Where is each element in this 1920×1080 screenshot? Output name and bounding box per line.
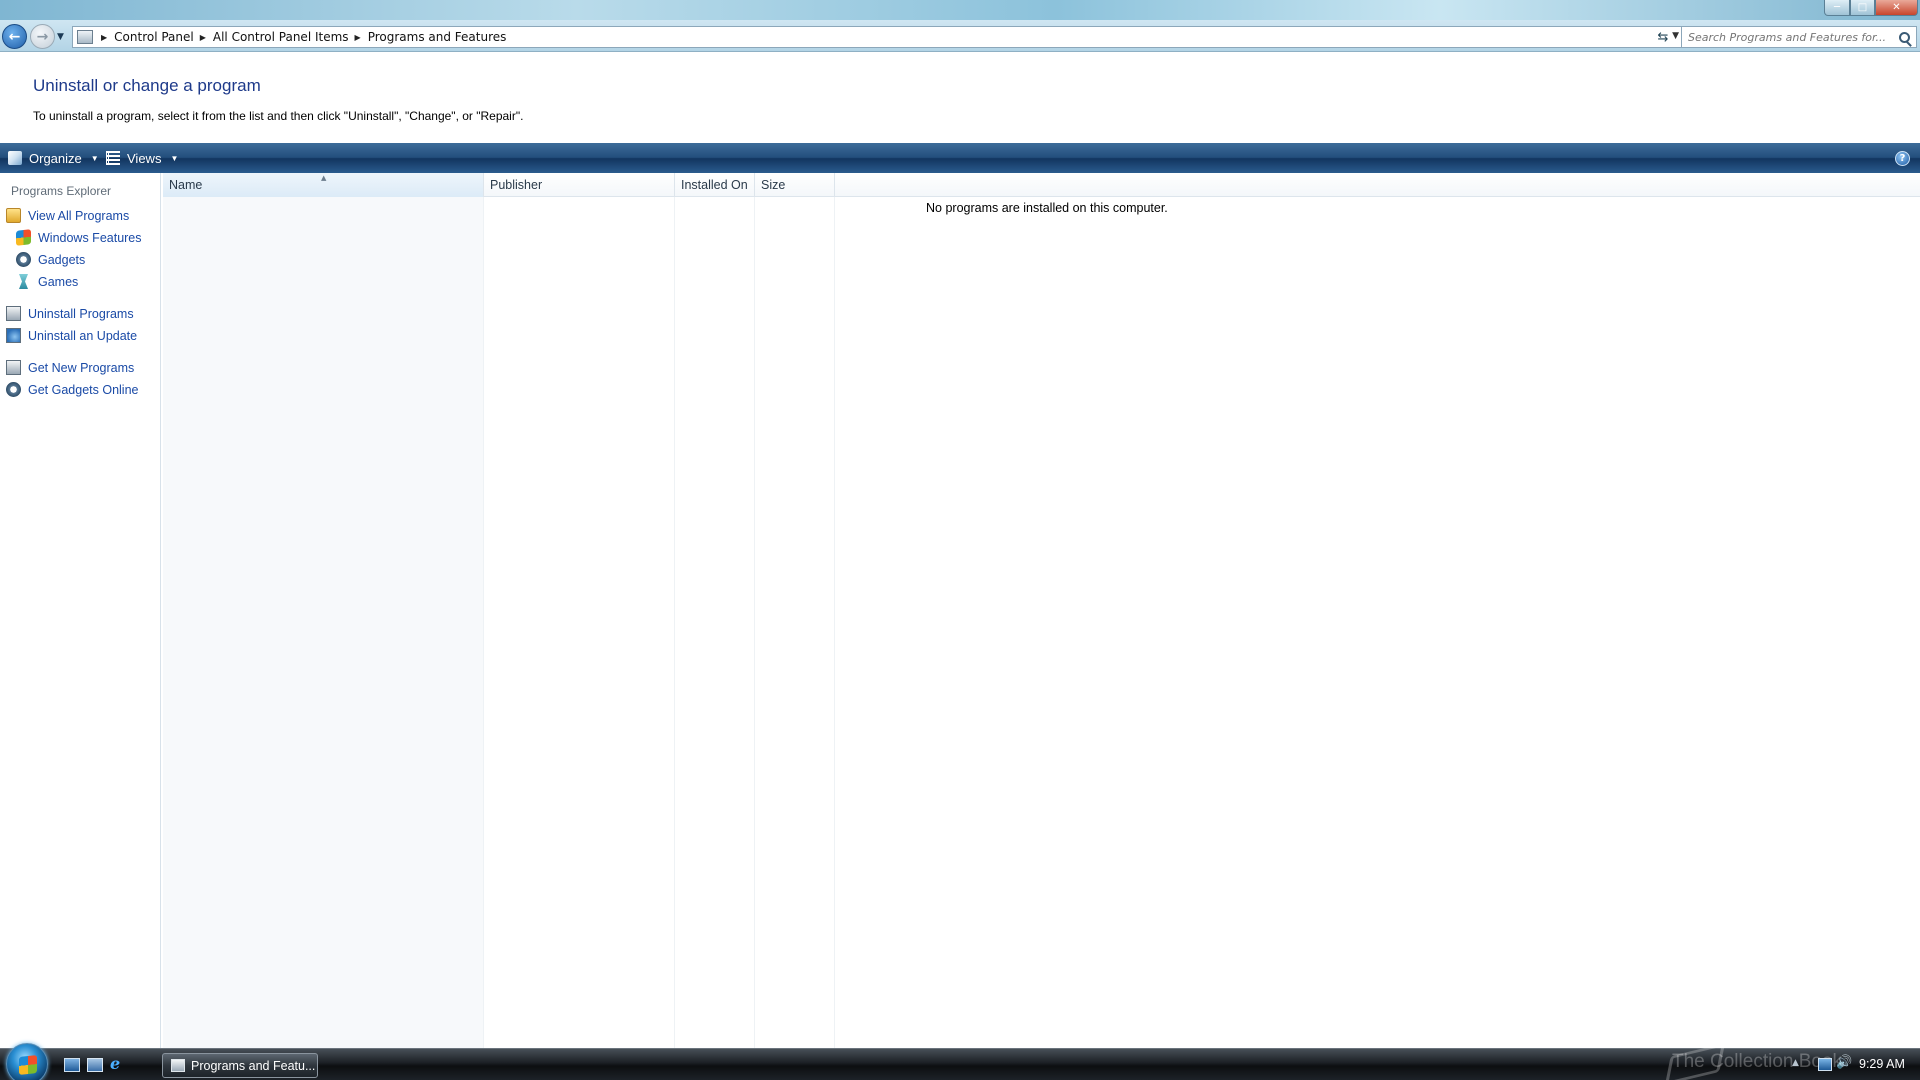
address-bar[interactable]: ▶ Control Panel ▶ All Control Panel Item…: [72, 26, 1684, 48]
clock[interactable]: 9:29 AM: [1859, 1057, 1905, 1071]
programs-explorer-sidebar: Programs Explorer View All Programs Wind…: [0, 173, 161, 1048]
update-icon: [6, 328, 21, 343]
close-button[interactable]: ✕: [1875, 0, 1918, 16]
views-button[interactable]: Views ▼: [106, 150, 178, 166]
games-icon: [19, 274, 28, 289]
organize-label: Organize: [29, 150, 82, 166]
sidebar-item-label: View All Programs: [28, 208, 130, 223]
breadcrumb-separator-icon[interactable]: ▶: [101, 33, 107, 42]
program-list: Name ▲ Publisher Installed On Size No pr…: [163, 173, 1920, 1048]
control-panel-icon: [171, 1059, 185, 1072]
volume-icon[interactable]: 🔊: [1836, 1055, 1852, 1070]
sidebar-item-view-all-programs[interactable]: View All Programs: [6, 208, 129, 223]
views-label: Views: [127, 150, 162, 166]
windows-flag-icon: [19, 1055, 37, 1075]
taskbar-item-programs-and-features[interactable]: Programs and Featu...: [162, 1053, 318, 1078]
tray-expand-chevron-up-icon[interactable]: ▲: [1792, 1058, 1799, 1068]
chevron-down-icon[interactable]: ▼: [170, 154, 178, 163]
refresh-button[interactable]: ⇆: [1648, 26, 1678, 48]
sidebar-item-label: Uninstall an Update: [28, 328, 138, 343]
sidebar-item-games[interactable]: Games: [16, 274, 78, 289]
sidebar-item-get-new-programs[interactable]: Get New Programs: [6, 360, 134, 375]
control-panel-icon: [6, 306, 21, 321]
breadcrumb-programs-and-features[interactable]: Programs and Features: [368, 30, 507, 44]
sidebar-item-label: Games: [38, 274, 79, 289]
search-input[interactable]: [1688, 30, 1888, 44]
back-button[interactable]: ←: [2, 24, 27, 49]
sidebar-heading: Programs Explorer: [11, 184, 112, 198]
column-header-publisher[interactable]: Publisher: [484, 173, 675, 197]
windows-flag-icon: [16, 229, 31, 246]
sidebar-item-label: Windows Features: [38, 230, 142, 245]
sidebar-item-gadgets[interactable]: Gadgets: [16, 252, 85, 267]
recent-pages-chevron-down-icon[interactable]: ▼: [57, 32, 64, 42]
sidebar-item-label: Get New Programs: [28, 360, 135, 375]
views-icon: [106, 151, 120, 165]
start-button[interactable]: [6, 1043, 48, 1080]
column-header-row: Name ▲ Publisher Installed On Size: [163, 173, 1920, 197]
sidebar-item-uninstall-an-update[interactable]: Uninstall an Update: [6, 328, 137, 343]
taskbar-item-label: Programs and Featu...: [191, 1058, 316, 1073]
command-toolbar: Organize ▼ Views ▼ ?: [0, 143, 1920, 173]
sort-ascending-icon: ▲: [321, 174, 327, 182]
sidebar-item-label: Gadgets: [38, 252, 86, 267]
column-body-name: [163, 197, 484, 1048]
navigation-bar: ← → ▼ ▶ Control Panel ▶ All Control Pane…: [0, 20, 1920, 52]
network-icon[interactable]: [1818, 1058, 1832, 1071]
control-panel-icon: [6, 360, 21, 375]
search-box[interactable]: [1681, 26, 1917, 48]
internet-explorer-icon[interactable]: e: [110, 1054, 126, 1073]
watermark-text: The Collection Book: [1672, 1051, 1843, 1072]
sidebar-item-uninstall-programs[interactable]: Uninstall Programs: [6, 306, 134, 321]
forward-button[interactable]: →: [30, 24, 55, 49]
minimize-button[interactable]: ─: [1824, 0, 1850, 16]
gadget-icon: [6, 382, 21, 397]
organize-button[interactable]: Organize ▼: [8, 150, 99, 166]
help-icon[interactable]: ?: [1895, 151, 1910, 166]
sidebar-item-windows-features[interactable]: Windows Features: [16, 229, 142, 246]
sidebar-item-label: Get Gadgets Online: [28, 382, 139, 397]
maximize-button[interactable]: □: [1850, 0, 1875, 16]
breadcrumb-all-control-panel-items[interactable]: All Control Panel Items: [213, 30, 349, 44]
refresh-icon: ⇆: [1657, 29, 1669, 45]
sidebar-item-get-gadgets-online[interactable]: Get Gadgets Online: [6, 382, 138, 397]
chevron-down-icon: ▼: [90, 153, 99, 163]
column-body-publisher: [484, 197, 675, 1048]
page-title: Uninstall or change a program: [33, 76, 261, 95]
title-bar: ─ □ ✕: [0, 0, 1920, 20]
column-header-installed-on[interactable]: Installed On: [675, 173, 755, 197]
folder-icon: [6, 208, 21, 223]
taskbar: e Programs and Featu... The Collection B…: [0, 1043, 1920, 1080]
sidebar-item-label: Uninstall Programs: [28, 306, 134, 321]
search-icon[interactable]: [1899, 31, 1910, 43]
control-panel-icon: [77, 30, 93, 44]
organize-icon: [8, 151, 22, 165]
page-description: To uninstall a program, select it from t…: [33, 109, 524, 123]
breadcrumb-control-panel[interactable]: Control Panel: [114, 30, 194, 44]
breadcrumb-separator-icon[interactable]: ▶: [355, 33, 361, 42]
column-body-size: [755, 197, 835, 1048]
gadget-icon: [16, 252, 31, 267]
switch-windows-icon[interactable]: [87, 1058, 103, 1072]
column-header-size[interactable]: Size: [755, 173, 835, 197]
show-desktop-icon[interactable]: [64, 1058, 80, 1072]
column-body-installed-on: [675, 197, 755, 1048]
empty-list-message: No programs are installed on this comput…: [926, 201, 1168, 215]
page-header: Uninstall or change a program To uninsta…: [0, 53, 1920, 143]
breadcrumb-separator-icon[interactable]: ▶: [200, 33, 206, 42]
